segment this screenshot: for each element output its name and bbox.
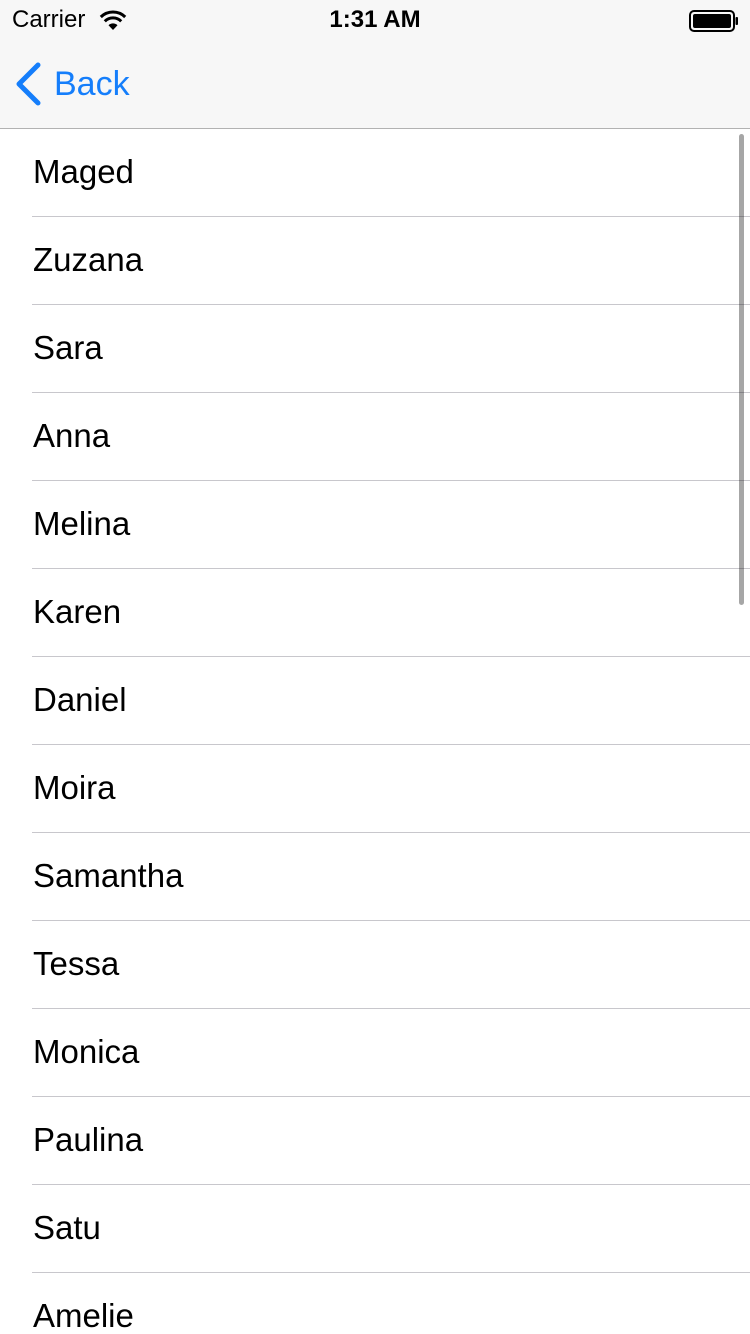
list-item-label: Tessa (33, 945, 120, 982)
list-item-label: Monica (33, 1033, 140, 1070)
list-item[interactable]: Samantha (0, 833, 750, 921)
list-item[interactable]: Maged (0, 129, 750, 217)
list-item[interactable]: Satu (0, 1185, 750, 1273)
list-item-label: Melina (33, 505, 131, 542)
list-item-label: Paulina (33, 1121, 144, 1158)
names-list: Maged Zuzana Sara Anna Melina Karen Daniel Moir… (0, 129, 750, 1334)
battery-icon (689, 10, 738, 32)
list-item[interactable]: Amelie (0, 1273, 750, 1334)
chevron-left-icon (16, 62, 41, 106)
list-item[interactable]: Moira (0, 745, 750, 833)
back-button[interactable]: Back (14, 60, 130, 108)
list-item-label: Amelie (33, 1297, 134, 1334)
list-item-label: Maged (33, 153, 134, 190)
list-item-label: Zuzana (33, 241, 144, 278)
list-item[interactable]: Zuzana (0, 217, 750, 305)
list-item-label: Samantha (33, 857, 184, 894)
screen: Carrier 1:31 AM Back Maged Zuzana Sara Anna… (0, 0, 750, 1334)
back-button-label: Back (54, 65, 130, 103)
list-item[interactable]: Tessa (0, 921, 750, 1009)
list-item-label: Sara (33, 329, 103, 366)
list-item[interactable]: Paulina (0, 1097, 750, 1185)
status-time: 1:31 AM (329, 6, 421, 33)
navigation-bar: Back (0, 40, 750, 129)
list-item[interactable]: Monica (0, 1009, 750, 1097)
list-item[interactable]: Anna (0, 393, 750, 481)
status-bar: Carrier 1:31 AM (0, 0, 750, 40)
scroll-indicator[interactable] (739, 134, 744, 605)
list-item-label: Karen (33, 593, 122, 630)
list-item-label: Daniel (33, 681, 127, 718)
list-item-label: Moira (33, 769, 116, 806)
list-item-label: Satu (33, 1209, 101, 1246)
list-item[interactable]: Sara (0, 305, 750, 393)
list-item-label: Anna (33, 417, 111, 454)
list-item[interactable]: Daniel (0, 657, 750, 745)
list-item[interactable]: Karen (0, 569, 750, 657)
list-item[interactable]: Melina (0, 481, 750, 569)
